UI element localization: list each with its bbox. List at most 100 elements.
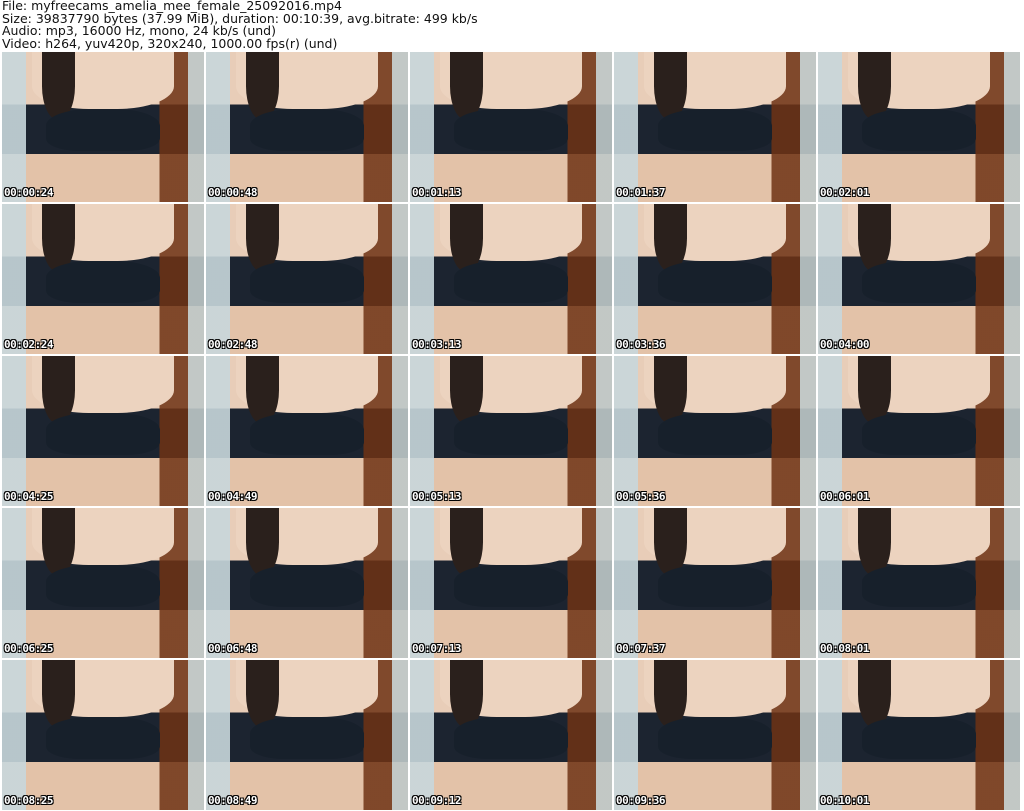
frame-image-detail xyxy=(246,52,279,120)
video-thumbnail: 00:00:48 xyxy=(206,52,408,202)
frame-image-detail xyxy=(450,356,483,424)
video-thumbnail: 00:04:00 xyxy=(818,204,1020,354)
frame-image-detail xyxy=(450,52,483,120)
thumbnail-timestamp: 00:04:00 xyxy=(820,338,869,351)
frame-image-detail xyxy=(246,204,279,272)
video-thumbnail: 00:02:24 xyxy=(2,204,204,354)
frame-image-detail xyxy=(858,204,891,272)
frame-image-detail xyxy=(658,565,772,607)
thumbnail-timestamp: 00:08:01 xyxy=(820,642,869,655)
video-thumbnail: 00:05:36 xyxy=(614,356,816,506)
frame-image-detail xyxy=(46,261,160,303)
frame-image-detail xyxy=(862,109,976,151)
frame-image-detail xyxy=(250,261,364,303)
thumbnail-timestamp: 00:06:48 xyxy=(208,642,257,655)
thumbnail-timestamp: 00:04:25 xyxy=(4,490,53,503)
frame-image-detail xyxy=(454,413,568,455)
frame-image-detail xyxy=(450,660,483,728)
video-thumbnail: 00:06:01 xyxy=(818,356,1020,506)
video-thumbnail: 00:08:25 xyxy=(2,660,204,810)
frame-image-detail xyxy=(454,109,568,151)
frame-image-detail xyxy=(454,261,568,303)
video-thumbnail: 00:08:01 xyxy=(818,508,1020,658)
frame-image-detail xyxy=(654,52,687,120)
video-thumbnail: 00:04:49 xyxy=(206,356,408,506)
frame-image-detail xyxy=(862,413,976,455)
thumbnail-timestamp: 00:07:13 xyxy=(412,642,461,655)
thumbnail-timestamp: 00:01:37 xyxy=(616,186,665,199)
video-thumbnail: 00:02:48 xyxy=(206,204,408,354)
video-thumbnail: 00:00:24 xyxy=(2,52,204,202)
frame-image-detail xyxy=(46,717,160,759)
thumbnail-timestamp: 00:02:48 xyxy=(208,338,257,351)
frame-image-detail xyxy=(658,109,772,151)
frame-image-detail xyxy=(46,565,160,607)
thumbnail-timestamp: 00:06:01 xyxy=(820,490,869,503)
frame-image-detail xyxy=(658,413,772,455)
thumbnail-timestamp: 00:10:01 xyxy=(820,794,869,807)
thumbnail-timestamp: 00:03:36 xyxy=(616,338,665,351)
thumbnail-timestamp: 00:09:36 xyxy=(616,794,665,807)
thumbnail-timestamp: 00:02:24 xyxy=(4,338,53,351)
frame-image-detail xyxy=(654,660,687,728)
video-info-line: Video: h264, yuv420p, 320x240, 1000.00 f… xyxy=(2,35,338,51)
thumbnail-timestamp: 00:03:13 xyxy=(412,338,461,351)
frame-image-detail xyxy=(654,356,687,424)
video-thumbnail: 00:07:37 xyxy=(614,508,816,658)
frame-image-detail xyxy=(450,204,483,272)
thumbnail-timestamp: 00:08:49 xyxy=(208,794,257,807)
thumbnail-timestamp: 00:05:13 xyxy=(412,490,461,503)
frame-image-detail xyxy=(862,565,976,607)
video-thumbnail: 00:08:49 xyxy=(206,660,408,810)
video-thumbnail: 00:01:13 xyxy=(410,52,612,202)
video-thumbnail: 00:07:13 xyxy=(410,508,612,658)
frame-image-detail xyxy=(858,356,891,424)
thumbnail-timestamp: 00:09:12 xyxy=(412,794,461,807)
video-thumbnail: 00:05:13 xyxy=(410,356,612,506)
frame-image-detail xyxy=(42,52,75,120)
thumbnail-grid: 00:00:24 00:00:48 00:01:13 00:01:37 00:02:01… xyxy=(2,52,1020,810)
video-thumbnail: 00:09:12 xyxy=(410,660,612,810)
thumbnail-timestamp: 00:00:48 xyxy=(208,186,257,199)
frame-image-detail xyxy=(454,565,568,607)
frame-image-detail xyxy=(246,508,279,576)
video-thumbnail: 00:06:48 xyxy=(206,508,408,658)
frame-image-detail xyxy=(250,109,364,151)
file-info-header: File: myfreecams_amelia_mee_female_25092… xyxy=(2,0,478,50)
frame-image-detail xyxy=(450,508,483,576)
thumbnail-timestamp: 00:02:01 xyxy=(820,186,869,199)
frame-image-detail xyxy=(858,660,891,728)
frame-image-detail xyxy=(250,413,364,455)
frame-image-detail xyxy=(454,717,568,759)
frame-image-detail xyxy=(46,413,160,455)
thumbnail-timestamp: 00:08:25 xyxy=(4,794,53,807)
frame-image-detail xyxy=(246,356,279,424)
frame-image-detail xyxy=(42,356,75,424)
frame-image-detail xyxy=(250,717,364,759)
frame-image-detail xyxy=(246,660,279,728)
thumbnail-timestamp: 00:05:36 xyxy=(616,490,665,503)
thumbnail-timestamp: 00:06:25 xyxy=(4,642,53,655)
video-thumbnail: 00:09:36 xyxy=(614,660,816,810)
video-thumbnail: 00:03:13 xyxy=(410,204,612,354)
frame-image-detail xyxy=(862,261,976,303)
frame-image-detail xyxy=(42,660,75,728)
frame-image-detail xyxy=(654,508,687,576)
frame-image-detail xyxy=(658,261,772,303)
frame-image-detail xyxy=(46,109,160,151)
thumbnail-timestamp: 00:00:24 xyxy=(4,186,53,199)
thumbnail-timestamp: 00:04:49 xyxy=(208,490,257,503)
video-thumbnail: 00:10:01 xyxy=(818,660,1020,810)
thumbnail-timestamp: 00:07:37 xyxy=(616,642,665,655)
frame-image-detail xyxy=(42,204,75,272)
video-thumbnail: 00:01:37 xyxy=(614,52,816,202)
video-thumbnail: 00:04:25 xyxy=(2,356,204,506)
video-thumbnail: 00:06:25 xyxy=(2,508,204,658)
frame-image-detail xyxy=(862,717,976,759)
frame-image-detail xyxy=(658,717,772,759)
frame-image-detail xyxy=(654,204,687,272)
thumbnail-timestamp: 00:01:13 xyxy=(412,186,461,199)
frame-image-detail xyxy=(858,508,891,576)
frame-image-detail xyxy=(858,52,891,120)
video-thumbnail: 00:03:36 xyxy=(614,204,816,354)
